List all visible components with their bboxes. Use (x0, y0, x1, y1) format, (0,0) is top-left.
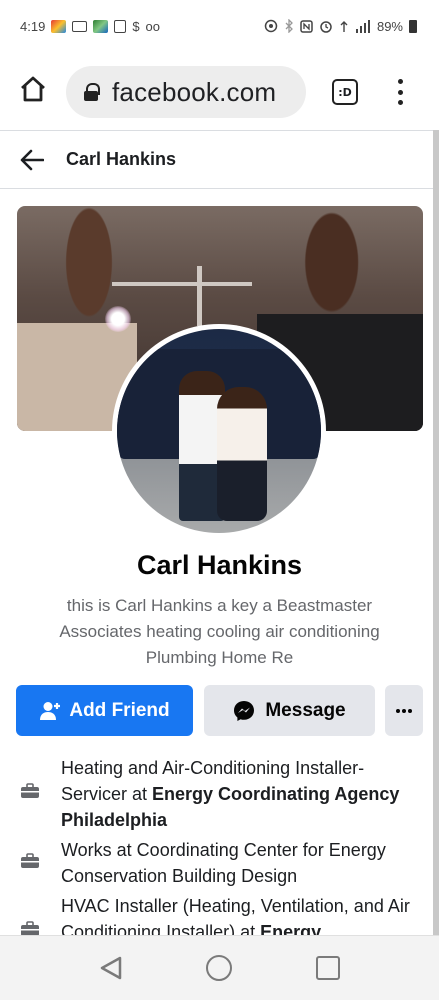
message-label: Message (265, 699, 346, 721)
more-horizontal-icon[interactable] (385, 685, 423, 736)
game-notification-icon (93, 19, 109, 33)
nfc-icon (300, 19, 313, 33)
tab-switcher-button[interactable]: :D (332, 79, 358, 105)
profile-bio: this is Carl Hankins a key a Beastmaster… (59, 596, 380, 667)
chat-notification-icon (72, 20, 88, 32)
back-arrow-icon[interactable] (20, 149, 44, 171)
profile-actions: Add Friend Message (16, 685, 423, 736)
add-person-icon (40, 701, 61, 720)
avatar-person-woman (217, 387, 267, 521)
page-header: Carl Hankins (0, 130, 439, 189)
profile-name: Carl Hankins (136, 550, 303, 580)
camera-flash (105, 306, 131, 332)
news-notification-icon (114, 19, 127, 33)
nav-recent-apps-icon[interactable] (316, 956, 340, 980)
voicemail-icon: oo (145, 18, 161, 34)
nav-back-icon[interactable] (98, 955, 124, 981)
bluetooth-icon (285, 19, 293, 33)
message-button[interactable]: Message (204, 685, 375, 736)
signal-icon (355, 19, 370, 33)
status-right: 89% (264, 19, 417, 34)
status-left: 4:19 $ oo (20, 19, 160, 34)
wifi-icon (340, 21, 348, 32)
profile-details: Heating and Air-Conditioning Installer-S… (0, 755, 433, 935)
add-friend-label: Add Friend (69, 699, 170, 721)
detail-text-work-2: Works at Coordinating Center for Energy … (61, 840, 386, 886)
home-icon[interactable] (18, 74, 48, 104)
dollar-icon: $ (132, 18, 140, 34)
alarm-icon (320, 21, 332, 33)
location-icon (264, 19, 278, 33)
scrollbar[interactable] (433, 130, 439, 935)
lock-icon (84, 83, 100, 101)
briefcase-icon (21, 921, 39, 935)
nav-home-icon[interactable] (206, 955, 232, 981)
battery-percent: 89% (376, 18, 403, 34)
status-bar: 4:19 $ oo 89% (0, 0, 439, 52)
more-vertical-icon[interactable] (393, 79, 407, 105)
url-text: facebook.com (112, 76, 277, 107)
messenger-icon (234, 700, 255, 721)
employer-link[interactable]: Energy (260, 922, 321, 935)
system-nav-bar (0, 935, 439, 1000)
status-time: 4:19 (20, 18, 46, 34)
address-bar[interactable]: facebook.com (66, 66, 306, 118)
page-title: Carl Hankins (66, 149, 177, 169)
browser-toolbar: facebook.com :D (0, 52, 439, 130)
battery-icon (409, 19, 417, 33)
detail-text-work-1: Heating and Air-Conditioning Installer-S… (61, 758, 400, 830)
avatar (117, 329, 321, 533)
detail-text-work-3: HVAC Installer (Heating, Ventilation, an… (61, 893, 421, 935)
briefcase-icon (21, 853, 39, 868)
add-friend-button[interactable]: Add Friend (16, 685, 193, 736)
app-notification-icon (51, 19, 67, 33)
profile-picture[interactable] (112, 324, 326, 538)
briefcase-icon (21, 783, 39, 798)
